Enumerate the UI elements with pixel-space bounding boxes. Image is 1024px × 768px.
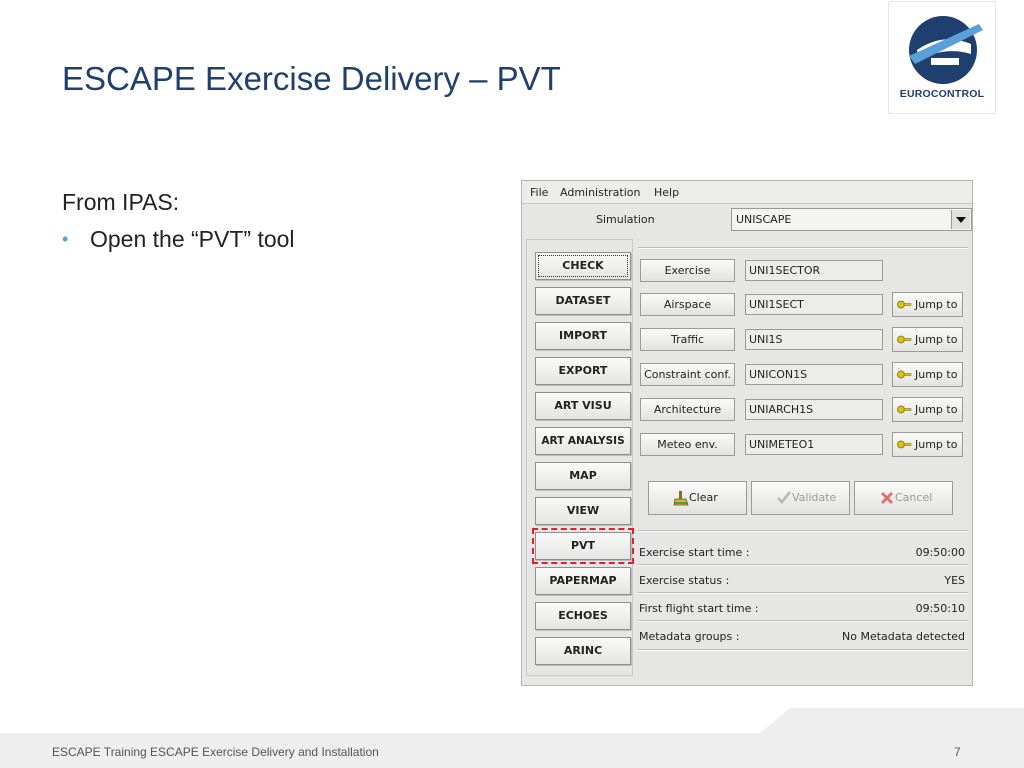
ipas-window: File Administration Help Simulation UNIS… xyxy=(521,180,973,686)
divider xyxy=(638,592,968,594)
exercise-panel: Exercise UNI1SECTOR Airspace UNI1SECT Ju… xyxy=(634,239,971,676)
page-number: 7 xyxy=(954,745,961,759)
metadata-groups-label: Metadata groups : xyxy=(639,630,740,643)
meteo-env-button[interactable]: Meteo env. xyxy=(640,433,735,456)
constraint-conf-button[interactable]: Constraint conf. xyxy=(640,363,735,386)
papermap-button[interactable]: PAPERMAP xyxy=(535,567,631,595)
footer-band xyxy=(0,708,1024,768)
simulation-row: Simulation UNISCAPE xyxy=(522,206,972,233)
airspace-field[interactable]: UNI1SECT xyxy=(745,294,883,315)
bullet-item: • Open the “PVT” tool xyxy=(62,226,295,253)
export-button[interactable]: EXPORT xyxy=(535,357,631,385)
art-visu-button[interactable]: ART VISU xyxy=(535,392,631,420)
exercise-status-value: YES xyxy=(944,574,965,587)
simulation-select-value: UNISCAPE xyxy=(736,213,792,226)
exercise-start-time-value: 09:50:00 xyxy=(915,546,965,559)
slide-title: ESCAPE Exercise Delivery – PVT xyxy=(62,60,561,97)
eurocontrol-emblem-icon xyxy=(909,16,983,84)
first-flight-start-time-value: 09:50:10 xyxy=(915,602,965,615)
arinc-button[interactable]: ARINC xyxy=(535,637,631,665)
eurocontrol-logo: EUROCONTROL xyxy=(888,1,996,114)
divider xyxy=(638,247,968,249)
exercise-status-label: Exercise status : xyxy=(639,574,730,587)
dataset-button[interactable]: DATASET xyxy=(535,287,631,315)
airspace-button[interactable]: Airspace xyxy=(640,293,735,316)
meteo-env-field[interactable]: UNIMETEO1 xyxy=(745,434,883,455)
key-icon xyxy=(897,405,912,414)
divider xyxy=(638,564,968,566)
first-flight-start-time-label: First flight start time : xyxy=(639,602,759,615)
jump-label: Jump to xyxy=(915,403,958,416)
key-icon xyxy=(897,335,912,344)
validate-button[interactable]: Validate xyxy=(751,481,850,515)
exercise-start-time-label: Exercise start time : xyxy=(639,546,750,559)
checkmark-icon xyxy=(777,491,791,504)
bullet-text: Open the “PVT” tool xyxy=(90,226,295,252)
check-button[interactable]: CHECK xyxy=(535,252,631,280)
divider xyxy=(638,620,968,622)
echoes-button[interactable]: ECHOES xyxy=(535,602,631,630)
import-button[interactable]: IMPORT xyxy=(535,322,631,350)
jump-label: Jump to xyxy=(915,438,958,451)
traffic-button[interactable]: Traffic xyxy=(640,328,735,351)
meteo-env-jump-button[interactable]: Jump to xyxy=(892,432,963,457)
jump-label: Jump to xyxy=(915,298,958,311)
menu-file[interactable]: File xyxy=(530,186,548,199)
cancel-button[interactable]: Cancel xyxy=(854,481,953,515)
module-panel: CHECK DATASET IMPORT EXPORT ART VISU ART… xyxy=(526,239,634,676)
intro-text: From IPAS: xyxy=(62,189,180,215)
pvt-highlight-box xyxy=(532,528,634,564)
chevron-down-icon[interactable] xyxy=(951,210,970,229)
exercise-field[interactable]: UNI1SECTOR xyxy=(745,260,883,281)
menu-help[interactable]: Help xyxy=(654,186,679,199)
key-icon xyxy=(897,440,912,449)
constraint-conf-field[interactable]: UNICON1S xyxy=(745,364,883,385)
jump-label: Jump to xyxy=(915,368,958,381)
traffic-jump-button[interactable]: Jump to xyxy=(892,327,963,352)
menu-bar: File Administration Help xyxy=(522,181,972,204)
bullet-icon: • xyxy=(62,229,69,249)
clear-label: Clear xyxy=(689,491,718,504)
architecture-button[interactable]: Architecture xyxy=(640,398,735,421)
traffic-field[interactable]: UNI1S xyxy=(745,329,883,350)
footer-text: ESCAPE Training ESCAPE Exercise Delivery… xyxy=(52,745,379,759)
menu-administration[interactable]: Administration xyxy=(560,186,641,199)
architecture-field[interactable]: UNIARCH1S xyxy=(745,399,883,420)
jump-label: Jump to xyxy=(915,333,958,346)
logo-wordmark: EUROCONTROL xyxy=(899,88,985,100)
constraint-conf-jump-button[interactable]: Jump to xyxy=(892,362,963,387)
view-button[interactable]: VIEW xyxy=(535,497,631,525)
divider xyxy=(638,649,968,651)
simulation-label: Simulation xyxy=(596,213,655,226)
close-icon xyxy=(881,492,893,504)
architecture-jump-button[interactable]: Jump to xyxy=(892,397,963,422)
simulation-select[interactable]: UNISCAPE xyxy=(731,208,972,231)
map-button[interactable]: MAP xyxy=(535,462,631,490)
clear-button[interactable]: Clear xyxy=(648,481,747,515)
metadata-groups-value: No Metadata detected xyxy=(842,630,965,643)
validate-label: Validate xyxy=(792,491,837,504)
key-icon xyxy=(897,370,912,379)
art-analysis-button[interactable]: ART ANALYSIS xyxy=(535,427,631,455)
cancel-label: Cancel xyxy=(895,491,933,504)
key-icon xyxy=(897,300,912,309)
broom-icon xyxy=(673,491,689,506)
divider xyxy=(638,530,968,532)
exercise-button[interactable]: Exercise xyxy=(640,259,735,282)
airspace-jump-button[interactable]: Jump to xyxy=(892,292,963,317)
